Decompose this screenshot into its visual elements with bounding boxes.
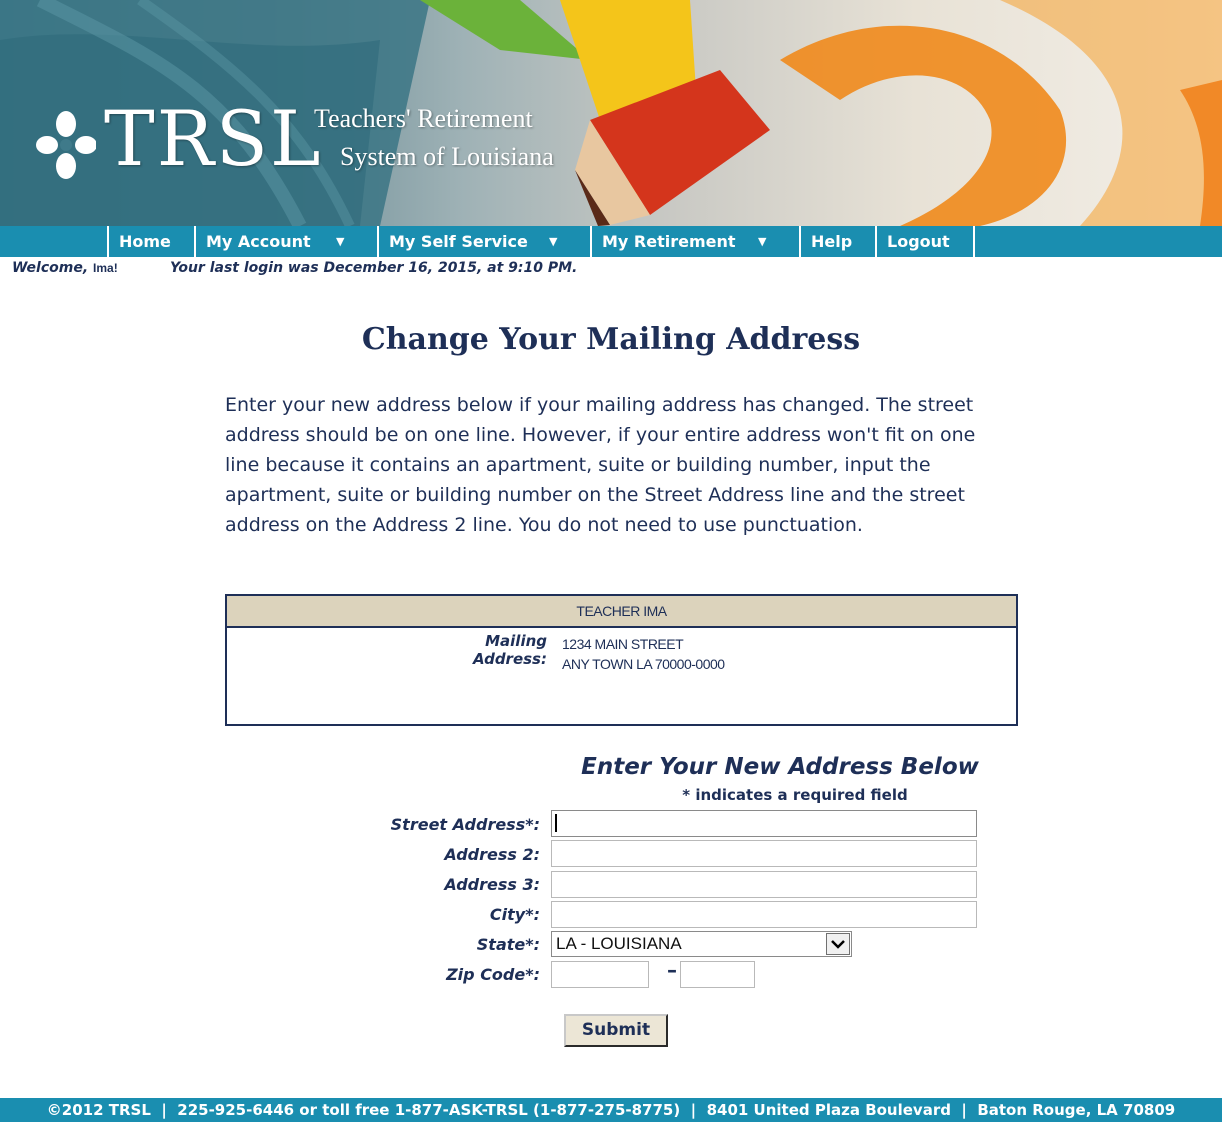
state-dropdown-button[interactable] — [826, 933, 850, 955]
logo-wordmark: TRSL — [104, 94, 323, 183]
page-title: Change Your Mailing Address — [361, 322, 861, 357]
welcome-name: Ima! — [93, 261, 118, 275]
address-line-2: ANY TOWN LA 70000-0000 — [562, 656, 725, 672]
member-name: TEACHER IMA — [227, 596, 1016, 628]
nav-my-self-service-label: My Self Service — [389, 232, 528, 251]
chevron-down-icon: ▼ — [758, 235, 767, 248]
nav-logout-label: Logout — [887, 232, 950, 251]
zip-code-label: Zip Code*: — [446, 965, 540, 984]
nav-my-account-label: My Account — [206, 232, 311, 251]
chevron-down-icon — [831, 940, 845, 949]
street-address-input[interactable] — [551, 810, 977, 837]
address3-input[interactable] — [551, 871, 977, 898]
header-banner: TRSL Teachers' Retirement System of Loui… — [0, 0, 1222, 226]
nav-my-retirement-label: My Retirement — [602, 232, 736, 251]
zip-code-input[interactable] — [551, 961, 649, 988]
footer: ©2012 TRSL | 225-925-6446 or toll free 1… — [0, 1098, 1222, 1122]
zip-extension-input[interactable] — [680, 961, 755, 988]
state-label: State*: — [476, 935, 540, 954]
street-address-label: Street Address*: — [390, 815, 540, 834]
submit-button[interactable]: Submit — [564, 1014, 668, 1047]
nav-my-self-service[interactable]: My Self Service ▼ — [377, 226, 590, 257]
address2-label: Address 2: — [444, 845, 540, 864]
nav-my-account[interactable]: My Account ▼ — [194, 226, 377, 257]
city-input[interactable] — [551, 901, 977, 928]
address-line-1: 1234 MAIN STREET — [562, 636, 684, 652]
trsl-fleur-icon — [36, 111, 96, 179]
chevron-down-icon: ▼ — [336, 235, 345, 248]
footer-text: ©2012 TRSL | 225-925-6446 or toll free 1… — [46, 1101, 1176, 1119]
current-address-panel: TEACHER IMA Mailing Address: 1234 MAIN S… — [225, 594, 1018, 726]
text-cursor — [555, 814, 557, 832]
address3-label: Address 3: — [444, 875, 540, 894]
chevron-down-icon: ▼ — [549, 235, 558, 248]
mailing-address-label: Mailing Address: — [472, 632, 547, 668]
city-label: City*: — [489, 905, 540, 924]
logo-tagline-2: System of Louisiana — [340, 142, 554, 171]
welcome-prefix: Welcome, — [12, 260, 89, 276]
state-select[interactable]: LA - LOUISIANA — [551, 931, 852, 957]
nav-logout[interactable]: Logout — [875, 226, 975, 257]
nav-home[interactable]: Home — [107, 226, 194, 257]
logo-tagline-1: Teachers' Retirement — [314, 104, 533, 133]
address2-input[interactable] — [551, 840, 977, 867]
nav-help[interactable]: Help — [799, 226, 875, 257]
nav-home-label: Home — [119, 232, 171, 251]
intro-paragraph: Enter your new address below if your mai… — [225, 394, 976, 536]
nav-my-retirement[interactable]: My Retirement ▼ — [590, 226, 799, 257]
welcome-message: Welcome, Ima! — [12, 260, 118, 276]
form-heading: Enter Your New Address Below — [581, 754, 979, 780]
zip-separator: – — [667, 958, 677, 982]
state-selected-value: LA - LOUISIANA — [556, 934, 682, 953]
required-field-note: * indicates a required field — [682, 786, 908, 804]
last-login-text: Your last login was December 16, 2015, a… — [170, 260, 578, 276]
nav-help-label: Help — [811, 232, 853, 251]
main-nav: Home My Account ▼ My Self Service ▼ My R… — [0, 226, 1222, 257]
mailing-address-value: 1234 MAIN STREET ANY TOWN LA 70000-0000 — [562, 634, 725, 674]
